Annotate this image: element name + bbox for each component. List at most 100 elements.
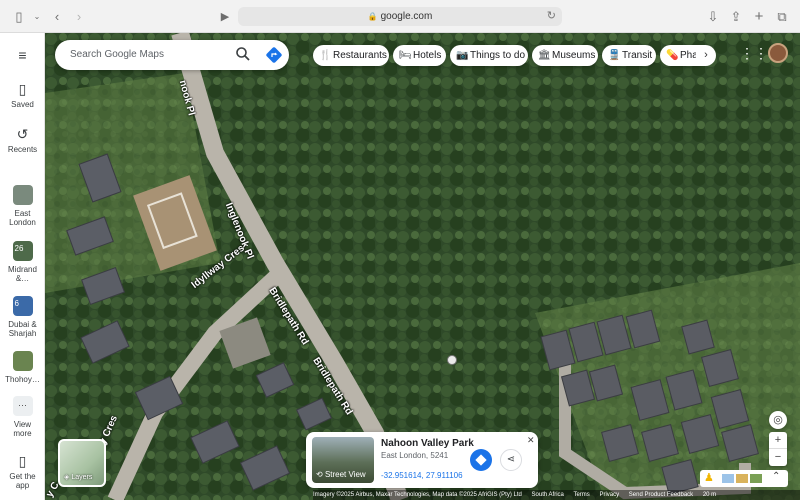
country-label[interactable]: South Africa (532, 492, 564, 498)
place-label: Midrand (8, 265, 37, 274)
imagery-attribution: Imagery ©2025 Airbus, Maxar Technologies… (313, 492, 522, 498)
street-view-text: Street View (324, 470, 366, 479)
my-location-button[interactable]: ◎ (769, 411, 787, 429)
map-tools-panel: ♟ ⌃ (700, 470, 788, 487)
browser-toolbar: ▯ ⌄ ‹ › ▶ 🔒 google.com ↻ ⇩ ⇪ + ⧉ (0, 0, 800, 33)
chip-hotels[interactable]: 🛏 Hotels (393, 45, 446, 66)
fork-knife-icon: 🍴 (319, 50, 332, 61)
street-view-icon: ⟲ (316, 470, 325, 479)
view-more-button[interactable]: ··· View more (0, 396, 45, 438)
get-app-button[interactable]: ▯ Get the app (0, 453, 45, 490)
expand-icon[interactable]: ⌃ (772, 471, 780, 482)
place-thumbnail (12, 351, 33, 371)
menu-button[interactable]: ≡ (0, 47, 45, 66)
recent-place-east-london[interactable]: East London (0, 185, 45, 227)
sidebar-toggle-icon[interactable]: ▯ (10, 8, 28, 26)
more-icon: ··· (12, 396, 33, 416)
reload-icon[interactable]: ↻ (547, 7, 556, 26)
forward-icon[interactable]: › (70, 8, 88, 26)
chip-museums[interactable]: 🏛 Museums (532, 45, 598, 66)
recents-label: Recents (7, 145, 38, 154)
tab-overview-icon[interactable]: ⧉ (773, 8, 791, 26)
place-pin-icon[interactable] (447, 355, 457, 365)
chips-next-button[interactable]: › (696, 45, 716, 66)
reader-icon[interactable]: ▶ (216, 8, 234, 26)
view-more-label: View (13, 420, 32, 429)
download-icon[interactable]: ⇩ (704, 8, 722, 26)
place-thumbnail (12, 185, 33, 205)
pharmacy-icon: 💊 (666, 50, 679, 61)
search-icon[interactable] (235, 46, 251, 62)
layers-button[interactable]: ◈ Layers (58, 439, 106, 487)
place-label: Thohoy… (5, 375, 40, 384)
location-target-icon: ◎ (773, 414, 783, 426)
get-app-label: Get the (9, 472, 36, 481)
address-bar[interactable]: 🔒 google.com ↻ (238, 7, 562, 26)
hamburger-icon: ≡ (18, 47, 27, 63)
museum-icon: 🏛 (538, 50, 551, 61)
share-button[interactable]: ⋖ (500, 449, 522, 471)
satellite-view-icon[interactable] (750, 474, 762, 483)
chip-things-to-do[interactable]: 📷 Things to do (450, 45, 528, 66)
privacy-link[interactable]: Privacy (599, 492, 619, 498)
place-count: 26 (14, 244, 24, 253)
search-box[interactable]: Search Google Maps (55, 40, 289, 70)
place-label: &… (15, 274, 30, 283)
zoom-out-button[interactable]: − (769, 449, 787, 466)
phone-icon: ▯ (18, 453, 27, 469)
left-rail: ≡ ▯ Saved ↺ Recents East London 26 Midra… (0, 33, 45, 500)
place-thumbnail: 26 (12, 241, 33, 261)
saved-button[interactable]: ▯ Saved (0, 81, 45, 109)
chip-label: Hotels (413, 50, 442, 61)
zoom-controls: + − (769, 432, 787, 466)
place-card[interactable]: ⟲ Street View Nahoon Valley Park East Lo… (306, 432, 538, 488)
chip-restaurants[interactable]: 🍴 Restaurants (313, 45, 389, 66)
directions-icon[interactable] (265, 46, 283, 64)
search-input[interactable]: Search Google Maps (70, 49, 164, 60)
new-tab-icon[interactable]: + (750, 8, 768, 26)
place-thumbnail: 6 (12, 296, 33, 316)
recent-place-midrand[interactable]: 26 Midrand &… (0, 241, 45, 283)
chip-transit[interactable]: 🚆 Transit (602, 45, 656, 66)
globe-view-icon[interactable] (722, 474, 734, 483)
recent-place-dubai[interactable]: 6 Dubai & Sharjah (0, 296, 45, 338)
scale-label[interactable]: 20 m (703, 492, 716, 498)
recents-button[interactable]: ↺ Recents (0, 126, 45, 154)
place-address: East London, 5241 (381, 451, 449, 460)
avatar[interactable] (768, 43, 788, 63)
close-icon[interactable]: ✕ (527, 435, 535, 446)
place-coordinates[interactable]: -32.951614, 27.911106 (381, 471, 463, 480)
layers-text: Layers (71, 474, 93, 481)
bed-icon: 🛏 (399, 50, 412, 61)
url-text: google.com (380, 11, 433, 22)
lock-icon: 🔒 (367, 12, 378, 21)
chip-label: Restaurants (333, 50, 387, 61)
chevron-down-icon[interactable]: ⌄ (28, 8, 46, 26)
view-more-label: more (13, 429, 32, 438)
place-label: Sharjah (8, 329, 37, 338)
back-icon[interactable]: ‹ (48, 8, 66, 26)
recent-place-thohoyandou[interactable]: Thohoy… (0, 351, 45, 384)
place-label: East (14, 209, 31, 218)
place-title[interactable]: Nahoon Valley Park (381, 438, 474, 449)
terms-link[interactable]: Terms (573, 492, 589, 498)
share-icon: ⋖ (506, 454, 516, 465)
saved-label: Saved (11, 100, 34, 109)
directions-button[interactable] (470, 449, 492, 471)
place-label: Dubai & (8, 320, 37, 329)
chip-label: Transit (622, 50, 653, 61)
directions-icon (475, 454, 487, 466)
get-app-label: app (15, 481, 30, 490)
apps-grid-icon[interactable]: ⋮⋮ (740, 45, 768, 61)
pegman-icon[interactable]: ♟ (704, 471, 714, 484)
zoom-in-button[interactable]: + (769, 432, 787, 449)
terrain-view-icon[interactable] (736, 474, 748, 483)
chip-label: Things to do (470, 50, 526, 61)
feedback-link[interactable]: Send Product Feedback (629, 492, 693, 498)
camera-icon: 📷 (456, 50, 469, 61)
satellite-map[interactable]: Inglenook Pl Idyllway Cres Bridlepath Rd… (45, 33, 800, 500)
share-icon[interactable]: ⇪ (727, 8, 745, 26)
chip-pharmacies[interactable]: 💊 Pha (660, 45, 700, 66)
street-view-thumbnail[interactable]: ⟲ Street View (312, 437, 374, 483)
bookmark-icon: ▯ (18, 81, 27, 97)
